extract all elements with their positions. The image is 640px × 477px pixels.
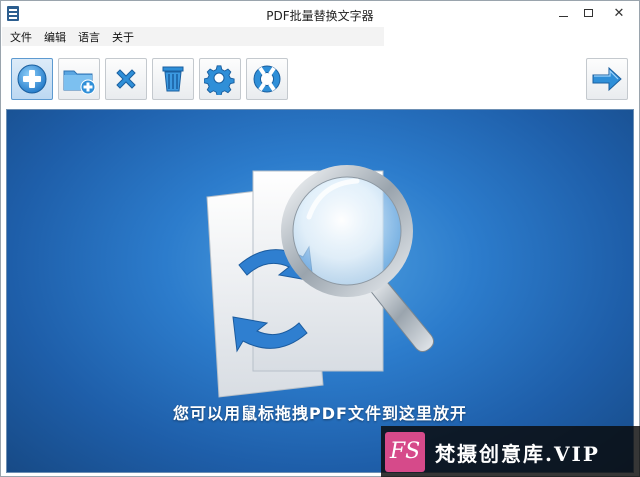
maximize-button[interactable]: [574, 3, 602, 23]
minimize-icon: [558, 15, 568, 17]
help-button[interactable]: [246, 58, 288, 100]
lifebuoy-icon: [253, 65, 281, 93]
menu-file[interactable]: 文件: [10, 29, 32, 45]
document-search-illustration: [206, 165, 435, 398]
next-button[interactable]: [586, 58, 628, 100]
app-window: PDF批量替换文字器 ✕ 文件 编辑 语言 关于 您可以用鼠标拖拽PDF文件到这…: [0, 0, 640, 477]
watermark-text: 梵摄创意库.VIP: [435, 442, 600, 466]
maximize-icon: [583, 9, 593, 17]
plus-circle-icon: [17, 64, 47, 94]
gear-icon: [204, 65, 235, 95]
menu-edit[interactable]: 编辑: [44, 29, 66, 45]
drop-hint-text: 您可以用鼠标拖拽PDF文件到这里放开: [173, 404, 467, 423]
minimize-button[interactable]: [549, 3, 577, 23]
window-title: PDF批量替换文字器: [266, 9, 374, 23]
clear-button[interactable]: [152, 58, 194, 100]
add-folder-button[interactable]: [58, 58, 100, 100]
menu-about[interactable]: 关于: [112, 29, 134, 45]
menu-bar: 文件 编辑 语言 关于: [2, 27, 384, 46]
trash-icon: [162, 66, 184, 92]
settings-button[interactable]: [199, 58, 241, 100]
toolbar: [2, 53, 639, 105]
drop-zone[interactable]: 您可以用鼠标拖拽PDF文件到这里放开: [6, 109, 634, 473]
remove-button[interactable]: [105, 58, 147, 100]
add-file-button[interactable]: [11, 58, 53, 100]
close-icon: ✕: [613, 5, 625, 21]
folder-add-icon: [63, 70, 96, 95]
watermark-logo: FS: [385, 432, 425, 472]
watermark: FS 梵摄创意库.VIP: [381, 426, 640, 477]
menu-language[interactable]: 语言: [78, 29, 100, 45]
close-button[interactable]: ✕: [599, 3, 639, 23]
title-bar: PDF批量替换文字器 ✕: [1, 1, 639, 27]
arrow-right-icon: [592, 66, 622, 92]
x-icon: [116, 69, 136, 89]
